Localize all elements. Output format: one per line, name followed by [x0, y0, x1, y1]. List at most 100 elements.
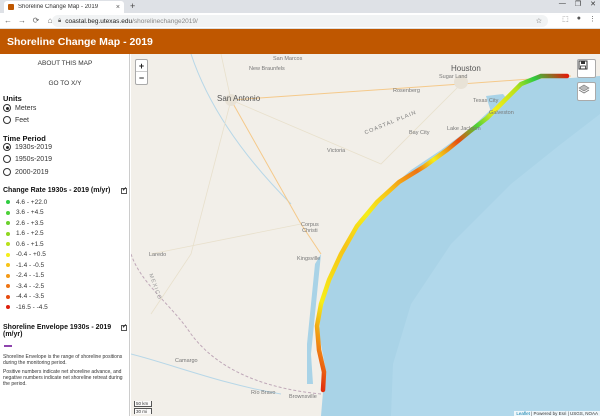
- legend-color-dot: [6, 305, 10, 310]
- legend-row: 4.6 - +22.0: [6, 197, 48, 208]
- legend-row: 3.6 - +4.5: [6, 208, 48, 219]
- label-lake-jackson: Lake Jackson: [447, 126, 481, 132]
- envelope-legend-line: [4, 345, 12, 347]
- maximize-icon[interactable]: ❐: [575, 0, 581, 8]
- envelope-layer-header: Shoreline Envelope 1930s - 2019 (m/yr): [3, 323, 127, 338]
- radio-selected-icon: [3, 104, 11, 112]
- label-corpus-christi: Corpus Christi: [301, 222, 319, 234]
- legend-label: 4.6 - +22.0: [16, 198, 48, 206]
- address-bar: ← → ⟳ ⌂ 🔒︎ coastal.beg.utexas.edu/shorel…: [0, 13, 600, 29]
- zoom-out-button[interactable]: −: [136, 72, 147, 84]
- label-kingsville: Kingsville: [297, 256, 321, 262]
- basemap: [131, 54, 600, 416]
- goto-xy-link[interactable]: GO TO X/Y: [0, 80, 129, 87]
- envelope-checkbox[interactable]: [121, 323, 127, 331]
- label-brownsville: Brownsville: [289, 394, 317, 400]
- browser-tab[interactable]: Shoreline Change Map - 2019 ×: [4, 1, 124, 13]
- back-icon[interactable]: ←: [2, 16, 14, 25]
- menu-icon[interactable]: ⋮: [589, 15, 596, 23]
- radio-label: Meters: [15, 104, 37, 112]
- legend-color-dot: [6, 231, 10, 236]
- label-san-antonio: San Antonio: [217, 94, 261, 103]
- about-map-link[interactable]: ABOUT THIS MAP: [0, 60, 129, 67]
- label-rosenberg: Rosenberg: [393, 88, 420, 94]
- scale-mi: 30 mi: [134, 408, 152, 414]
- leaflet-link[interactable]: Leaflet: [516, 411, 530, 416]
- legend-label: -2.4 - -1.5: [16, 272, 45, 280]
- period-1950s-radio[interactable]: 1950s-2019: [3, 155, 52, 163]
- legend-row: -0.4 - +0.5: [6, 250, 48, 261]
- legend-row: 0.6 - +1.5: [6, 239, 48, 250]
- legend-label: 2.6 - +3.5: [16, 219, 44, 227]
- river: [131, 353, 282, 395]
- map-view[interactable]: Houston San Antonio San Marcos New Braun…: [131, 54, 600, 416]
- legend-color-dot: [6, 294, 10, 299]
- label-rio-bravo: Río Bravo: [251, 390, 276, 396]
- app-header: Shoreline Change Map - 2019: [0, 29, 600, 54]
- browser-toolbar: ⬚ ● ⋮: [562, 15, 596, 23]
- zoom-in-button[interactable]: +: [136, 60, 147, 72]
- period-2000-radio[interactable]: 2000-2019: [3, 168, 48, 176]
- label-victoria: Victoria: [327, 148, 346, 154]
- legend-label: -0.4 - +0.5: [16, 251, 46, 259]
- legend-color-dot: [6, 221, 10, 226]
- change-rate-checkbox[interactable]: [121, 186, 127, 194]
- legend-label: -1.4 - -0.5: [16, 261, 45, 269]
- bookmark-star-icon[interactable]: ☆: [536, 17, 542, 25]
- road: [150, 223, 302, 255]
- radio-label: Feet: [15, 116, 30, 124]
- forward-icon[interactable]: →: [16, 16, 28, 25]
- label-galveston: Galveston: [489, 110, 514, 116]
- legend-label: 1.6 - +2.5: [16, 230, 44, 238]
- legend-label: -3.4 - -2.5: [16, 282, 45, 290]
- minimize-icon[interactable]: —: [559, 0, 566, 8]
- url-path: /shorelinechange2019/: [132, 17, 198, 25]
- new-tab-button[interactable]: +: [130, 1, 135, 11]
- attribution-text: | Powered by Esri | USGS, NOAA: [529, 411, 598, 416]
- radio-label: 2000-2019: [15, 168, 49, 176]
- window-controls: — ❐ ✕: [559, 0, 596, 8]
- legend-row: -2.4 - -1.5: [6, 271, 48, 282]
- radio-unselected-icon: [3, 168, 11, 176]
- units-feet-radio[interactable]: Feet: [3, 116, 29, 124]
- tab-close-icon[interactable]: ×: [116, 4, 120, 11]
- change-rate-title: Change Rate 1930s - 2019 (m/yr): [3, 187, 111, 194]
- url-input[interactable]: 🔒︎ coastal.beg.utexas.edu/shorelinechang…: [52, 15, 548, 27]
- road: [230, 83, 462, 165]
- radio-label: 1930s-2019: [15, 143, 52, 151]
- layers-icon: [578, 84, 590, 94]
- river: [190, 54, 292, 205]
- browser-tab-strip: Shoreline Change Map - 2019 × + — ❐ ✕: [0, 0, 600, 13]
- save-icon: [578, 60, 588, 70]
- label-houston: Houston: [451, 64, 481, 73]
- radio-unselected-icon: [3, 155, 11, 163]
- legend-row: -3.4 - -2.5: [6, 281, 48, 292]
- legend-row: -1.4 - -0.5: [6, 260, 48, 271]
- label-texas-city: Texas City: [473, 98, 499, 104]
- favicon-icon: [8, 4, 14, 10]
- change-rate-legend: 4.6 - +22.0 3.6 - +4.5 2.6 - +3.5 1.6 - +2.…: [6, 197, 48, 313]
- period-1930s-radio[interactable]: 1930s-2019: [3, 143, 52, 151]
- legend-color-dot: [6, 210, 10, 215]
- extensions-icon[interactable]: ⬚: [562, 15, 569, 23]
- reload-icon[interactable]: ⟳: [30, 16, 42, 25]
- profile-icon[interactable]: ●: [577, 15, 581, 23]
- legend-row: 1.6 - +2.5: [6, 229, 48, 240]
- time-period-title: Time Period: [3, 134, 46, 143]
- radio-selected-icon: [3, 143, 11, 151]
- label-camargo: Camargo: [175, 358, 198, 364]
- legend-color-dot: [6, 263, 10, 268]
- save-map-button[interactable]: [577, 59, 596, 78]
- scale-km: 50 km: [134, 401, 152, 407]
- page-title: Shoreline Change Map - 2019: [7, 35, 153, 48]
- sidebar: ABOUT THIS MAP GO TO X/Y Units Meters Fe…: [0, 54, 130, 416]
- units-title: Units: [3, 94, 22, 103]
- layers-button[interactable]: [577, 82, 596, 101]
- tab-title: Shoreline Change Map - 2019: [18, 4, 99, 10]
- change-rate-layer-header: Change Rate 1930s - 2019 (m/yr): [3, 186, 127, 194]
- units-meters-radio[interactable]: Meters: [3, 104, 36, 112]
- road: [150, 54, 232, 315]
- close-window-icon[interactable]: ✕: [590, 0, 596, 8]
- legend-label: -4.4 - -3.5: [16, 293, 45, 301]
- legend-label: 3.6 - +4.5: [16, 209, 44, 217]
